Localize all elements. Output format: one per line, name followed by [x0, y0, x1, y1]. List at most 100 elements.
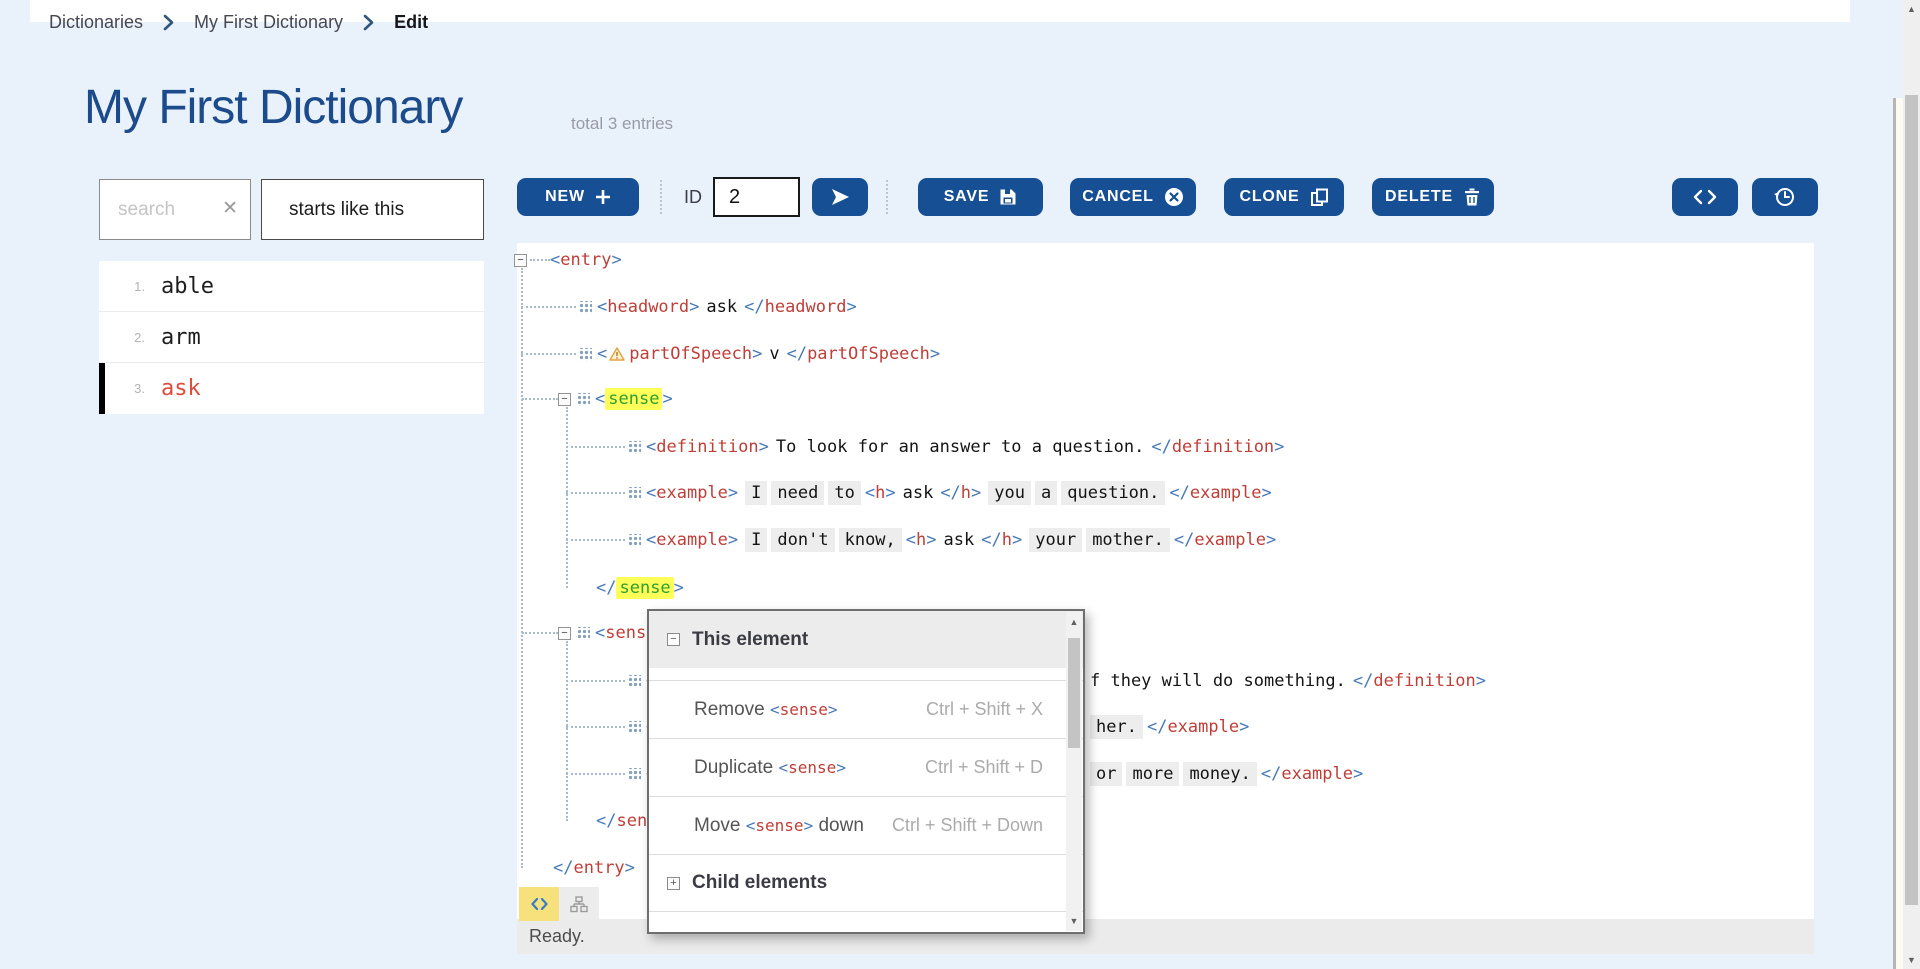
xml-opening-tag-example[interactable]: <example>: [646, 483, 738, 503]
xml-text-chunk[interactable]: I: [745, 528, 767, 552]
menu-item-duplicate[interactable]: Duplicate <sense>Ctrl + Shift + D: [649, 738, 1083, 796]
search-input[interactable]: [118, 180, 218, 239]
expand-icon[interactable]: +: [667, 877, 680, 890]
clone-button[interactable]: CLONE: [1224, 178, 1344, 216]
scroll-down-icon[interactable]: ▼: [1903, 955, 1920, 965]
xml-opening-tag-h[interactable]: <h>: [865, 483, 896, 503]
xml-closing-tag-example[interactable]: </example>: [1261, 764, 1363, 784]
breadcrumb-dictionary[interactable]: My First Dictionary: [194, 12, 343, 33]
entry-count: total 3 entries: [571, 114, 673, 134]
xml-closing-tag-example[interactable]: </example>: [1174, 530, 1276, 550]
cancel-button[interactable]: CANCEL: [1070, 178, 1196, 216]
page-scrollbar-thumb[interactable]: [1905, 95, 1918, 905]
history-button[interactable]: [1752, 178, 1818, 216]
xml-text-chunk[interactable]: mother.: [1086, 528, 1170, 552]
xml-closing-tag-partOfSpeech[interactable]: </partOfSpeech>: [787, 344, 941, 364]
collapse-icon[interactable]: −: [514, 254, 527, 267]
xml-text-node[interactable]: ask: [903, 483, 934, 503]
menu-item-shortcut: Ctrl + Shift + Down: [892, 815, 1043, 836]
xml-text-chunk[interactable]: your: [1029, 528, 1082, 552]
xml-text-chunk[interactable]: know,: [839, 528, 902, 552]
xml-text-chunk[interactable]: to: [828, 481, 860, 505]
xml-closing-tag-entry[interactable]: </entry>: [553, 858, 635, 878]
xml-line: </entry>: [553, 856, 642, 880]
xml-opening-tag-entry[interactable]: <entry>: [550, 250, 622, 270]
source-code-button[interactable]: [1672, 178, 1738, 216]
menu-item-movedown[interactable]: Move <sense> downCtrl + Shift + Down: [649, 796, 1083, 854]
drag-handle-icon[interactable]: [627, 675, 641, 688]
toggle-laic-view-button[interactable]: [559, 887, 599, 921]
tree-connector: [530, 259, 550, 261]
scroll-up-icon[interactable]: ▲: [1066, 617, 1082, 627]
entry-list-item-able[interactable]: 1.able: [99, 261, 484, 312]
scroll-down-icon[interactable]: ▼: [1066, 916, 1082, 926]
delete-button[interactable]: DELETE: [1372, 178, 1494, 216]
go-to-id-button[interactable]: [812, 178, 868, 216]
drag-handle-icon[interactable]: [576, 627, 590, 640]
menu-section-child-elements[interactable]: + Child elements: [649, 854, 1083, 911]
xml-text-node[interactable]: v: [769, 344, 779, 364]
xml-closing-tag-definition[interactable]: </definition>: [1353, 671, 1486, 691]
xml-closing-tag-h[interactable]: </h>: [940, 483, 981, 503]
toggle-nerd-view-button[interactable]: [519, 887, 559, 921]
xml-closing-tag-example[interactable]: </example>: [1169, 483, 1271, 503]
drag-handle-icon[interactable]: [627, 487, 641, 500]
menu-scrollbar[interactable]: ▲ ▼: [1066, 612, 1082, 931]
xml-opening-tag-definition[interactable]: <definition>: [646, 437, 769, 457]
xml-text-chunk[interactable]: her.: [1090, 715, 1143, 739]
entry-list-item-arm[interactable]: 2.arm: [99, 312, 484, 363]
xml-text-chunk[interactable]: you: [988, 481, 1031, 505]
xml-text-chunk[interactable]: don't: [771, 528, 834, 552]
save-button-label: SAVE: [944, 188, 990, 206]
xml-text-chunk[interactable]: money.: [1183, 762, 1256, 786]
xml-text-chunk[interactable]: question.: [1061, 481, 1165, 505]
entry-list-item-ask[interactable]: 3.ask: [99, 363, 484, 414]
xml-text-chunk[interactable]: or: [1090, 762, 1122, 786]
xml-text-chunk[interactable]: I: [745, 481, 767, 505]
xml-opening-tag-h[interactable]: <h>: [906, 530, 937, 550]
warning-triangle-icon[interactable]: [609, 344, 625, 364]
breadcrumb-dictionaries[interactable]: Dictionaries: [49, 12, 143, 33]
xml-closing-tag-h[interactable]: </h>: [981, 530, 1022, 550]
xml-text-node[interactable]: To look for an answer to a question.: [776, 437, 1144, 457]
angle-brackets-icon: [1693, 189, 1717, 205]
drag-handle-icon[interactable]: [578, 301, 592, 314]
xml-closing-tag-sense[interactable]: </sense>: [596, 578, 684, 598]
xml-text-chunk[interactable]: a: [1035, 481, 1057, 505]
xml-text-node[interactable]: ask: [706, 297, 737, 317]
send-icon: [830, 188, 850, 206]
xml-opening-tag-partOfSpeech[interactable]: <partOfSpeech>: [597, 344, 762, 364]
menu-item-remove[interactable]: Remove <sense>Ctrl + Shift + X: [649, 680, 1083, 738]
xml-opening-tag-example[interactable]: <example>: [646, 530, 738, 550]
xml-opening-tag-sense[interactable]: <sense>: [595, 389, 673, 409]
collapse-icon[interactable]: −: [667, 633, 680, 646]
selection-bar: [99, 363, 105, 414]
xml-opening-tag-headword[interactable]: <headword>: [597, 297, 699, 317]
menu-section-this-element[interactable]: − This element: [649, 611, 1083, 668]
drag-handle-icon[interactable]: [578, 348, 592, 361]
clear-search-icon[interactable]: ✕: [222, 197, 238, 220]
xml-text-node[interactable]: f they will do something.: [1090, 671, 1346, 691]
xml-closing-tag-definition[interactable]: </definition>: [1151, 437, 1284, 457]
drag-handle-icon[interactable]: [627, 534, 641, 547]
xml-closing-tag-headword[interactable]: </headword>: [744, 297, 857, 317]
drag-handle-icon[interactable]: [627, 441, 641, 454]
search-mode-select[interactable]: starts like this: [261, 179, 484, 240]
menu-scrollbar-thumb[interactable]: [1068, 638, 1080, 748]
xml-text-chunk[interactable]: more: [1126, 762, 1179, 786]
new-entry-button[interactable]: NEW: [517, 178, 639, 216]
xml-text-chunk[interactable]: need: [771, 481, 824, 505]
xml-line-fragment: f they will do something. </definition>: [1090, 669, 1493, 693]
chevron-right-icon: [363, 14, 374, 31]
drag-handle-icon[interactable]: [576, 393, 590, 406]
xml-closing-tag-example[interactable]: </example>: [1147, 717, 1249, 737]
page-scrollbar[interactable]: ▲ ▼: [1903, 0, 1920, 969]
xml-text-node[interactable]: ask: [944, 530, 975, 550]
id-input[interactable]: [713, 177, 800, 217]
collapse-icon[interactable]: −: [558, 393, 571, 406]
collapse-icon[interactable]: −: [558, 627, 571, 640]
scroll-up-icon[interactable]: ▲: [1903, 4, 1920, 14]
drag-handle-icon[interactable]: [627, 768, 641, 781]
drag-handle-icon[interactable]: [627, 721, 641, 734]
save-button[interactable]: SAVE: [918, 178, 1043, 216]
